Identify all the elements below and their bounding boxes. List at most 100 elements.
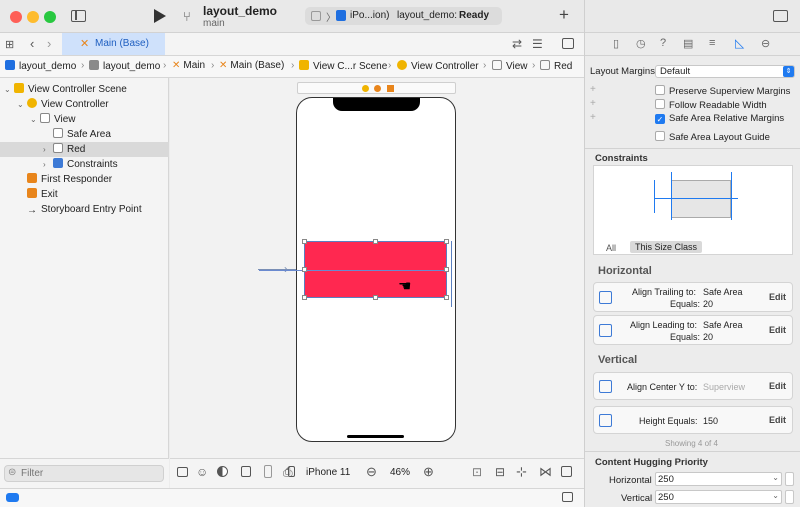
add-variation-icon[interactable]: + bbox=[590, 84, 596, 95]
checkbox-icon[interactable] bbox=[655, 99, 665, 109]
connections-inspector-icon[interactable]: ⊖ bbox=[761, 37, 770, 50]
appearance-icon[interactable] bbox=[217, 466, 228, 477]
accessibility-icon[interactable]: ☺ bbox=[196, 465, 208, 479]
edit-button[interactable]: Edit bbox=[769, 415, 786, 425]
run-button[interactable] bbox=[154, 9, 166, 23]
hugging-stepper-h[interactable] bbox=[785, 472, 794, 486]
outline-item[interactable]: ⌄ View Controller Scene bbox=[0, 82, 169, 97]
orientation-icon[interactable] bbox=[241, 466, 251, 477]
add-constraints-icon[interactable]: ⊹ bbox=[516, 464, 527, 480]
history-inspector-icon[interactable]: ◷ bbox=[636, 37, 646, 50]
debug-area-icon[interactable] bbox=[562, 492, 573, 502]
breadcrumb-red[interactable]: Red bbox=[540, 60, 572, 72]
hugging-horizontal-field[interactable]: 250 ⌄ bbox=[655, 472, 782, 486]
inspector-header bbox=[585, 0, 800, 33]
embed-in-icon[interactable] bbox=[561, 466, 572, 477]
update-frames-icon[interactable]: ⊡ bbox=[472, 465, 482, 479]
resolve-issues-icon[interactable]: ⋈ bbox=[539, 464, 552, 480]
constraints-diagram[interactable]: All This Size Class bbox=[593, 165, 793, 255]
filter-field[interactable]: ⊜ bbox=[4, 465, 164, 482]
size-class-all[interactable]: All bbox=[606, 243, 616, 253]
outline-item[interactable]: ⌄ View Controller bbox=[0, 97, 169, 112]
constraint-card[interactable]: Align Leading to: Safe Area Equals: 20 E… bbox=[593, 315, 793, 345]
breadcrumb-view[interactable]: View bbox=[492, 60, 528, 72]
checkbox-icon[interactable] bbox=[655, 131, 665, 141]
disclosure-icon[interactable]: ⌄ bbox=[30, 112, 38, 127]
zoom-window-button[interactable] bbox=[44, 11, 56, 23]
disclosure-icon[interactable]: › bbox=[43, 142, 51, 157]
size-inspector-icon[interactable]: ◺ bbox=[735, 36, 744, 50]
editor-options-icon[interactable]: ☰ bbox=[532, 37, 543, 51]
constraint-card[interactable]: Align Center Y to: Superview Edit bbox=[593, 372, 793, 400]
back-button[interactable]: ‹ bbox=[30, 36, 34, 51]
console-toggle-icon[interactable] bbox=[6, 493, 19, 502]
layout-margins-popup[interactable]: Default ⇕ bbox=[655, 65, 795, 78]
device-selector[interactable]: iPhone 11 bbox=[306, 467, 350, 478]
swap-icon[interactable]: ⇄ bbox=[512, 37, 522, 51]
attributes-inspector-icon[interactable]: ≡ bbox=[709, 37, 715, 49]
constraint-card[interactable]: Align Trailing to: Safe Area Equals: 20 … bbox=[593, 282, 793, 312]
sidebar-toggle-icon[interactable] bbox=[71, 10, 86, 22]
forward-button[interactable]: › bbox=[47, 36, 51, 51]
disclosure-icon[interactable]: ⌄ bbox=[4, 82, 12, 97]
hugging-vertical-field[interactable]: 250 ⌄ bbox=[655, 490, 782, 504]
checkbox-label: Safe Area Relative Margins bbox=[669, 113, 785, 124]
zoom-out-icon[interactable]: ⊖ bbox=[366, 464, 377, 480]
identity-inspector-icon[interactable]: ▤ bbox=[683, 37, 693, 50]
grid-icon[interactable]: ⊞ bbox=[5, 38, 14, 51]
split-editor-icon[interactable] bbox=[562, 38, 574, 49]
outline-item[interactable]: › Constraints bbox=[0, 157, 169, 172]
first-responder-dock-icon[interactable] bbox=[374, 85, 381, 92]
outline-item[interactable]: › Red bbox=[0, 142, 169, 157]
close-window-button[interactable] bbox=[10, 11, 22, 23]
minimize-window-button[interactable] bbox=[27, 11, 39, 23]
add-variation-icon[interactable]: + bbox=[590, 98, 596, 109]
checkbox-row[interactable]: Preserve Superview Margins bbox=[655, 85, 790, 97]
filter-input[interactable] bbox=[21, 467, 159, 480]
breadcrumb-view-controller[interactable]: View Controller bbox=[397, 60, 479, 72]
storyboard-canvas[interactable]: › ☚ bbox=[170, 78, 584, 458]
scheme-device[interactable]: iPo...ion) bbox=[350, 10, 389, 21]
outline-item[interactable]: Exit bbox=[0, 187, 169, 202]
zoom-in-icon[interactable]: ⊕ bbox=[423, 464, 434, 480]
zoom-level[interactable]: 46% bbox=[390, 467, 410, 478]
scene-icon bbox=[299, 60, 309, 70]
scene-dock[interactable] bbox=[297, 82, 456, 94]
file-inspector-icon[interactable]: ▯ bbox=[613, 37, 619, 50]
inspector-toggle-icon[interactable] bbox=[773, 10, 788, 22]
edit-button[interactable]: Edit bbox=[769, 325, 786, 335]
red-view[interactable] bbox=[259, 241, 448, 298]
hugging-stepper-v[interactable] bbox=[785, 490, 794, 504]
tab-main-base[interactable]: ✕ Main (Base) bbox=[62, 33, 165, 55]
activity-view[interactable]: 〉 iPo...ion) layout_demo: Ready bbox=[305, 7, 502, 25]
outline-item[interactable]: ⌄ View bbox=[0, 112, 169, 127]
edit-button[interactable]: Edit bbox=[769, 381, 786, 391]
help-inspector-icon[interactable]: ? bbox=[660, 37, 666, 49]
size-class-this[interactable]: This Size Class bbox=[630, 241, 703, 253]
breadcrumb-folder[interactable]: layout_demo bbox=[89, 60, 160, 72]
checkbox-row[interactable]: Follow Readable Width bbox=[655, 99, 767, 111]
checkbox-row[interactable]: Safe Area Layout Guide bbox=[655, 131, 770, 143]
breadcrumb-main[interactable]: ✕ Main bbox=[172, 60, 205, 71]
checkbox-row[interactable]: ✓ Safe Area Relative Margins bbox=[655, 113, 784, 124]
branch-icon: ⑂ bbox=[183, 9, 191, 24]
outline-toggle-icon[interactable] bbox=[177, 467, 188, 477]
outline-item[interactable]: First Responder bbox=[0, 172, 169, 187]
breadcrumb-scene[interactable]: View C...r Scene bbox=[299, 60, 387, 72]
disclosure-icon[interactable]: › bbox=[43, 157, 51, 172]
disclosure-icon[interactable]: ⌄ bbox=[17, 97, 25, 112]
add-variation-icon[interactable]: + bbox=[590, 112, 596, 123]
view-controller-dock-icon[interactable] bbox=[362, 85, 369, 92]
edit-button[interactable]: Edit bbox=[769, 292, 786, 302]
add-library-button[interactable]: + bbox=[559, 5, 569, 25]
outline-item[interactable]: → Storyboard Entry Point bbox=[0, 202, 169, 217]
breadcrumb-main-base[interactable]: ✕ Main (Base) bbox=[219, 60, 284, 71]
device-frame-icon[interactable] bbox=[264, 465, 272, 478]
checkbox-checked-icon[interactable]: ✓ bbox=[655, 114, 665, 124]
breadcrumb-project[interactable]: layout_demo bbox=[5, 60, 76, 72]
exit-dock-icon[interactable] bbox=[387, 85, 394, 92]
constraint-card[interactable]: Height Equals: 150 Edit bbox=[593, 406, 793, 434]
checkbox-icon[interactable] bbox=[655, 85, 665, 95]
align-icon[interactable]: ⊟ bbox=[495, 465, 505, 479]
outline-item[interactable]: Safe Area bbox=[0, 127, 169, 142]
